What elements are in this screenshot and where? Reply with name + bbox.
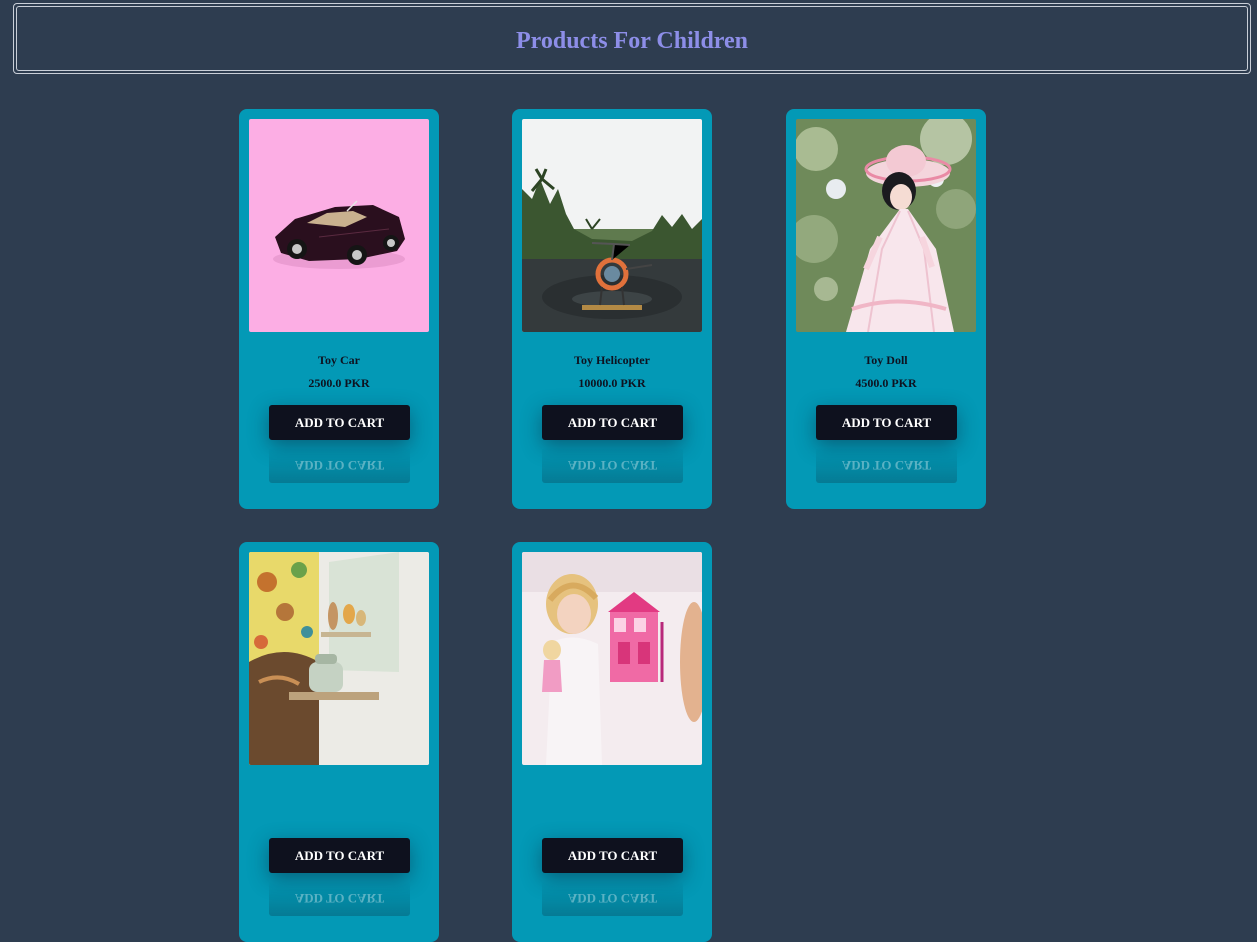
product-image-toy-doll[interactable]: [796, 119, 976, 332]
page-title: Products For Children: [515, 28, 749, 54]
product-name: Toy Doll: [864, 353, 908, 367]
add-to-cart-button[interactable]: ADD TO CART: [542, 405, 683, 440]
product-image-dollhouse[interactable]: [522, 552, 702, 765]
page-header: Products For Children: [13, 3, 1251, 74]
add-to-cart-reflection: ADD TO CART: [542, 448, 683, 483]
product-card-toy-car: Toy Car 2500.0 PKR ADD TO CART ADD TO CA…: [239, 109, 439, 509]
product-name: Toy Car: [318, 353, 360, 367]
product-card-toy-doll: Toy Doll 4500.0 PKR ADD TO CART ADD TO C…: [786, 109, 986, 509]
product-name: Toy Helicopter: [574, 353, 650, 367]
add-to-cart-button[interactable]: ADD TO CART: [269, 838, 410, 873]
product-price: 2500.0 PKR: [308, 376, 370, 390]
add-to-cart-button[interactable]: ADD TO CART: [542, 838, 683, 873]
add-to-cart-button[interactable]: ADD TO CART: [816, 405, 957, 440]
product-card-play-kitchen: ADD TO CART ADD TO CART: [239, 542, 439, 942]
add-to-cart-button[interactable]: ADD TO CART: [269, 405, 410, 440]
product-image-toy-car[interactable]: [249, 119, 429, 332]
add-to-cart-reflection: ADD TO CART: [542, 881, 683, 916]
product-card-toy-helicopter: Toy Helicopter 10000.0 PKR ADD TO CART A…: [512, 109, 712, 509]
product-price: 4500.0 PKR: [855, 376, 917, 390]
add-to-cart-reflection: ADD TO CART: [269, 881, 410, 916]
add-to-cart-reflection: ADD TO CART: [816, 448, 957, 483]
product-card-dollhouse: ADD TO CART ADD TO CART: [512, 542, 712, 942]
product-price: 10000.0 PKR: [578, 376, 646, 390]
product-image-play-kitchen[interactable]: [249, 552, 429, 765]
product-image-toy-helicopter[interactable]: [522, 119, 702, 332]
add-to-cart-reflection: ADD TO CART: [269, 448, 410, 483]
